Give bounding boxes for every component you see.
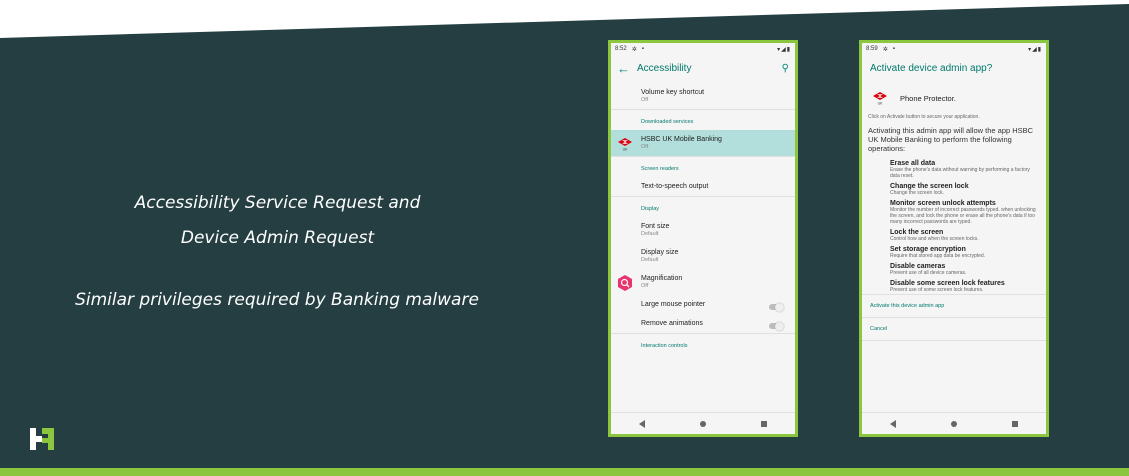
admin-app-name: Phone Protector. [900, 93, 956, 103]
slide: Accessibility Service Request and Device… [0, 0, 1129, 476]
notification-status-icon: ▪ [641, 46, 644, 52]
hsbc-icon-label: UK [623, 148, 629, 152]
caption-line-2: Device Admin Request [180, 228, 375, 248]
item-subtitle: Default [641, 231, 659, 237]
nav-back-icon[interactable] [638, 419, 645, 428]
admin-app-row: UK Phone Protector. [868, 83, 1040, 111]
device-admin-content: UK Phone Protector. Click on Activate bu… [862, 83, 1046, 413]
permission-title: Disable some screen lock features [890, 280, 1005, 287]
permission-title: Erase all data [890, 160, 936, 167]
admin-hint-text: Click on Activate button to secure your … [868, 114, 980, 120]
permission-desc: Control how and when the screen locks. [890, 236, 979, 242]
item-title: Text-to-speech output [641, 183, 709, 190]
caption-line-1: Accessibility Service Request and [134, 193, 421, 213]
permission-item: Lock the screen Control how and when the… [868, 226, 1040, 243]
status-time: 8:59 [866, 46, 878, 52]
list-item-font-size[interactable]: Font size Default [611, 217, 795, 243]
item-subtitle: Off [641, 144, 649, 150]
section-header-interaction: Interaction controls [611, 333, 795, 354]
item-subtitle: Off [641, 97, 649, 103]
list-item-volume-key-shortcut[interactable]: Volume key shortcut Off [611, 83, 795, 109]
status-time: 8:52 [615, 46, 627, 52]
page-title: Accessibility [637, 62, 692, 74]
nav-home-icon[interactable] [699, 420, 706, 427]
hsbc-logo-icon: UK [618, 138, 632, 152]
item-title: Remove animations [641, 320, 703, 327]
status-indicators: ▾◢▮ [777, 46, 791, 53]
permission-title: Change the screen lock [890, 183, 969, 190]
remove-animations-toggle[interactable] [769, 321, 784, 331]
permission-desc: Prevent use of all device cameras. [890, 270, 967, 276]
item-title: HSBC UK Mobile Banking [641, 136, 722, 143]
permission-desc: Prevent use of some screen lock features… [890, 287, 984, 293]
app-bar: ← Accessibility ⚲ [611, 55, 795, 81]
list-item-remove-animations[interactable]: Remove animations [611, 314, 795, 333]
permission-title: Lock the screen [890, 229, 944, 236]
permission-item: Change the screen lock Change the screen… [868, 180, 1040, 197]
permission-desc: Monitor the number of incorrect password… [890, 207, 1036, 225]
permission-item: Disable cameras Prevent use of all devic… [868, 260, 1040, 277]
nav-bar [862, 412, 1046, 434]
item-title: Display size [641, 249, 679, 256]
nav-recents-icon[interactable] [761, 420, 768, 427]
status-indicators: ▾◢▮ [1028, 46, 1042, 53]
settings-status-icon: ✲ [631, 46, 637, 53]
permission-item: Monitor screen unlock attempts Monitor t… [868, 197, 1040, 226]
nav-recents-icon[interactable] [1012, 420, 1019, 427]
permission-item: Erase all data Erase the phone's data wi… [868, 157, 1040, 180]
mouse-pointer-toggle[interactable] [769, 302, 784, 312]
dialog-title: Activate device admin app? [870, 62, 993, 74]
app-bar: Activate device admin app? [862, 55, 1046, 81]
nav-bar [611, 412, 795, 434]
item-title: Magnification [641, 275, 683, 282]
search-icon[interactable]: ⚲ [782, 63, 789, 74]
permission-item: Set storage encryption Require that stor… [868, 243, 1040, 260]
item-subtitle: Default [641, 257, 659, 263]
magnification-icon [618, 275, 632, 291]
brand-logo-icon [30, 428, 54, 450]
list-item-hsbc-uk-mobile-banking[interactable]: UK HSBC UK Mobile Banking Off [611, 130, 795, 156]
list-item-large-mouse-pointer[interactable]: Large mouse pointer [611, 295, 795, 314]
section-header-downloaded: Downloaded services [611, 109, 795, 130]
back-arrow-icon[interactable]: ← [617, 61, 637, 76]
status-bar: 8:59 ✲ ▪ ▾◢▮ [862, 43, 1046, 55]
phone-accessibility-screen: 8:52 ✲ ▪ ▾◢▮ ← Accessibility ⚲ Volume ke… [608, 40, 798, 437]
divider [862, 340, 1046, 341]
item-title: Volume key shortcut [641, 89, 705, 96]
nav-back-icon[interactable] [889, 419, 896, 428]
permission-item: Disable some screen lock features Preven… [868, 277, 1040, 294]
item-subtitle: Off [641, 283, 649, 289]
hsbc-icon-label: UK [878, 102, 884, 106]
permission-desc: Require that stored app data be encrypte… [890, 253, 986, 259]
list-item-text-to-speech[interactable]: Text-to-speech output [611, 177, 795, 196]
settings-status-icon: ✲ [882, 46, 888, 53]
section-header-screen-readers: Screen readers [611, 156, 795, 177]
cancel-button[interactable]: Cancel [868, 318, 1040, 340]
settings-list: Volume key shortcut Off Downloaded servi… [611, 83, 795, 413]
permission-title: Disable cameras [890, 263, 946, 270]
notification-status-icon: ▪ [892, 46, 895, 52]
phone-device-admin-screen: 8:59 ✲ ▪ ▾◢▮ Activate device admin app? … [859, 40, 1049, 437]
list-item-magnification[interactable]: Magnification Off [611, 269, 795, 295]
hsbc-logo-icon: UK [873, 92, 887, 106]
nav-home-icon[interactable] [950, 420, 957, 427]
permission-title: Set storage encryption [890, 246, 966, 253]
item-title: Large mouse pointer [641, 301, 706, 308]
list-item-display-size[interactable]: Display size Default [611, 243, 795, 269]
activate-admin-button[interactable]: Activate this device admin app [868, 295, 1040, 317]
admin-intro-text: Activating this admin app will allow the… [868, 126, 1034, 153]
permission-title: Monitor screen unlock attempts [890, 200, 996, 207]
permission-desc: Change the screen lock. [890, 190, 944, 196]
status-bar: 8:52 ✲ ▪ ▾◢▮ [611, 43, 795, 55]
caption-line-3: Similar privileges required by Banking m… [75, 290, 479, 310]
item-title: Font size [641, 223, 670, 230]
section-header-display: Display [611, 196, 795, 217]
permission-desc: Erase the phone's data without warning b… [890, 167, 1030, 179]
